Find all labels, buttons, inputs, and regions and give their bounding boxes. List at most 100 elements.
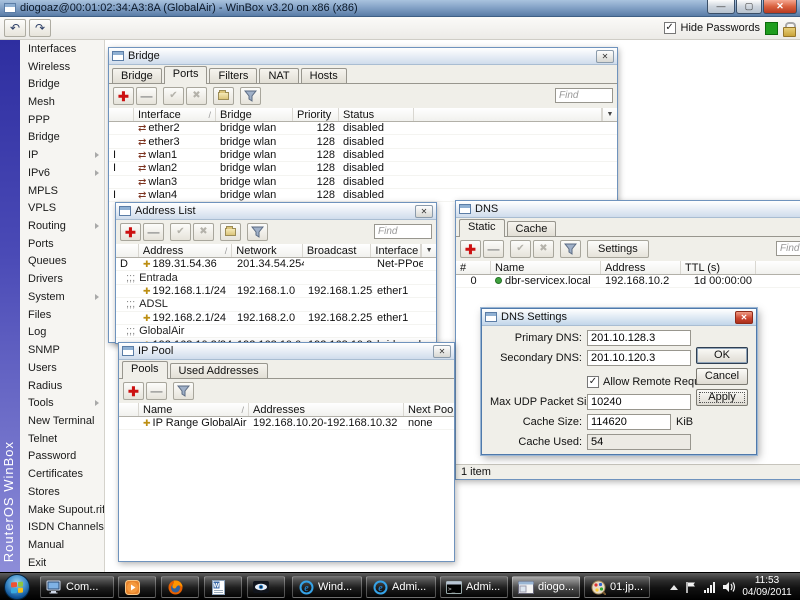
find-input[interactable] [374,224,432,239]
tab-static[interactable]: Static [459,219,505,237]
find-input[interactable] [555,88,613,103]
sidebar-item-queues[interactable]: Queues [20,253,104,271]
taskbar-button-firefox[interactable] [161,576,199,598]
column-selector-dropdown[interactable]: ▼ [602,108,617,121]
sidebar-item-interfaces[interactable]: Interfaces [20,40,104,58]
network-column-header[interactable]: Network [232,244,303,257]
add-button[interactable]: ✚ [120,223,141,241]
dns-settings-button[interactable]: Settings [587,240,649,258]
sidebar-item-ports[interactable]: Ports [20,235,104,253]
close-icon[interactable]: ✕ [596,49,614,63]
enable-button[interactable]: ✔ [510,240,531,258]
tab-ports[interactable]: Ports [163,66,208,84]
table-row[interactable]: ⇄ wlan3 bridge wlan 128 disabled [109,176,617,189]
sidebar-item-users[interactable]: Users [20,359,104,377]
tab-filters[interactable]: Filters [209,68,258,83]
sidebar-item-snmp[interactable]: SNMP [20,341,104,359]
sidebar-item-make-supout[interactable]: Make Supout.rif [20,501,104,519]
comment-row[interactable]: ;;; GlobalAir [116,325,436,339]
sidebar-item-vpls[interactable]: VPLS [20,199,104,217]
taskbar-button-eye-app[interactable] [247,576,285,598]
sidebar-item-mpls[interactable]: MPLS [20,182,104,200]
add-button[interactable]: ✚ [460,240,481,258]
filter-button[interactable] [560,240,581,258]
remove-button[interactable]: — [146,382,167,400]
sidebar-item-password[interactable]: Password [20,448,104,466]
dns-window-titlebar[interactable]: DNS ✕ [456,201,800,218]
close-icon[interactable]: ✕ [433,344,451,358]
sidebar-item-isdn-channels[interactable]: ISDN Channels [20,518,104,536]
taskbar-clock[interactable]: 11:53 04/09/2011 [738,575,796,599]
bridge-window-titlebar[interactable]: Bridge ✕ [109,48,617,65]
taskbar-button-command-prompt[interactable]: >_ Admi... [440,576,508,598]
sidebar-item-wireless[interactable]: Wireless [20,58,104,76]
addresses-column-header[interactable]: Addresses [249,403,404,416]
address-list-titlebar[interactable]: Address List ✕ [116,203,436,220]
name-column-header[interactable]: Name / [139,403,249,416]
taskbar-button-ie-admin[interactable]: e Admi... [366,576,436,598]
ok-button[interactable]: OK [696,347,748,364]
taskbar-button-computer[interactable]: Com... [40,576,114,598]
filter-button[interactable] [173,382,194,400]
taskbar-button-word-document[interactable]: W [204,576,242,598]
filter-button[interactable] [247,223,268,241]
sidebar-item-exit[interactable]: Exit [20,554,104,572]
comment-row[interactable]: ;;; Entrada [116,271,436,285]
status-column-header[interactable]: Status [339,108,414,121]
sidebar-item-manual[interactable]: Manual [20,536,104,554]
tab-bridge[interactable]: Bridge [112,68,162,83]
table-row[interactable]: ✚ 192.168.1.1/24 192.168.1.0 192.168.1.25… [116,285,436,299]
remove-button[interactable]: — [136,87,157,105]
disable-button[interactable]: ✖ [533,240,554,258]
tab-pools[interactable]: Pools [122,361,168,379]
sidebar-item-log[interactable]: Log [20,324,104,342]
sidebar-item-mesh[interactable]: Mesh [20,93,104,111]
broadcast-column-header[interactable]: Broadcast [303,244,372,257]
minimize-button[interactable]: — [707,0,735,14]
number-column-header[interactable]: # [456,261,491,274]
comment-button[interactable] [220,223,241,241]
name-column-header[interactable]: Name [491,261,601,274]
table-row[interactable]: 0 dbr-servicex.local 192.168.10.2 1d 00:… [456,275,800,289]
filter-button[interactable] [240,87,261,105]
find-input[interactable] [776,241,800,256]
taskbar-button-winbox[interactable]: diogo... [512,576,580,598]
sidebar-item-tools[interactable]: Tools [20,394,104,412]
next-pool-column-header[interactable]: Next Pool [404,403,454,416]
taskbar-button-ie-window[interactable]: e Wind... [292,576,362,598]
comment-row[interactable]: ;;; ADSL [116,298,436,312]
tab-used-addresses[interactable]: Used Addresses [169,363,268,378]
flags-column-header[interactable] [109,108,134,121]
enable-button[interactable]: ✔ [170,223,191,241]
sidebar-item-bridge[interactable]: Bridge [20,75,104,93]
sidebar-item-files[interactable]: Files [20,306,104,324]
allow-remote-requests-checkbox[interactable] [587,376,599,388]
table-row[interactable]: I ⇄ wlan1 bridge wlan 128 disabled [109,149,617,163]
max-udp-field[interactable] [587,394,691,410]
priority-column-header[interactable]: Priority [293,108,339,121]
address-column-header[interactable]: Address [601,261,681,274]
tab-hosts[interactable]: Hosts [300,68,347,83]
sidebar-item-new-terminal[interactable]: New Terminal [20,412,104,430]
undo-button[interactable]: ↶ [4,19,26,37]
sidebar-item-bridge-2[interactable]: Bridge [20,129,104,147]
sidebar-item-telnet[interactable]: Telnet [20,430,104,448]
cancel-button[interactable]: Cancel [696,368,748,385]
sidebar-item-ipv6[interactable]: IPv6 [20,164,104,182]
remove-button[interactable]: — [483,240,504,258]
enable-button[interactable]: ✔ [163,87,184,105]
close-button[interactable]: ✕ [763,0,797,14]
apply-button[interactable]: Apply [696,389,748,406]
main-titlebar[interactable]: diogoaz@00:01:02:34:A3:8A (GlobalAir) - … [0,0,800,17]
sidebar-item-routing[interactable]: Routing [20,217,104,235]
sidebar-item-radius[interactable]: Radius [20,377,104,395]
close-icon[interactable]: ✕ [415,204,433,218]
table-row[interactable]: ✚ IP Range GlobalAir 192.168.10.20-192.16… [119,417,454,431]
bridge-column-header[interactable]: Bridge [216,108,293,121]
taskbar-button-media-player[interactable] [118,576,156,598]
table-row[interactable]: ⇄ ether3 bridge wlan 128 disabled [109,135,617,149]
sidebar-item-system[interactable]: System [20,288,104,306]
ttl-column-header[interactable]: TTL (s) [681,261,756,274]
volume-icon[interactable] [722,581,736,593]
comment-button[interactable] [213,87,234,105]
